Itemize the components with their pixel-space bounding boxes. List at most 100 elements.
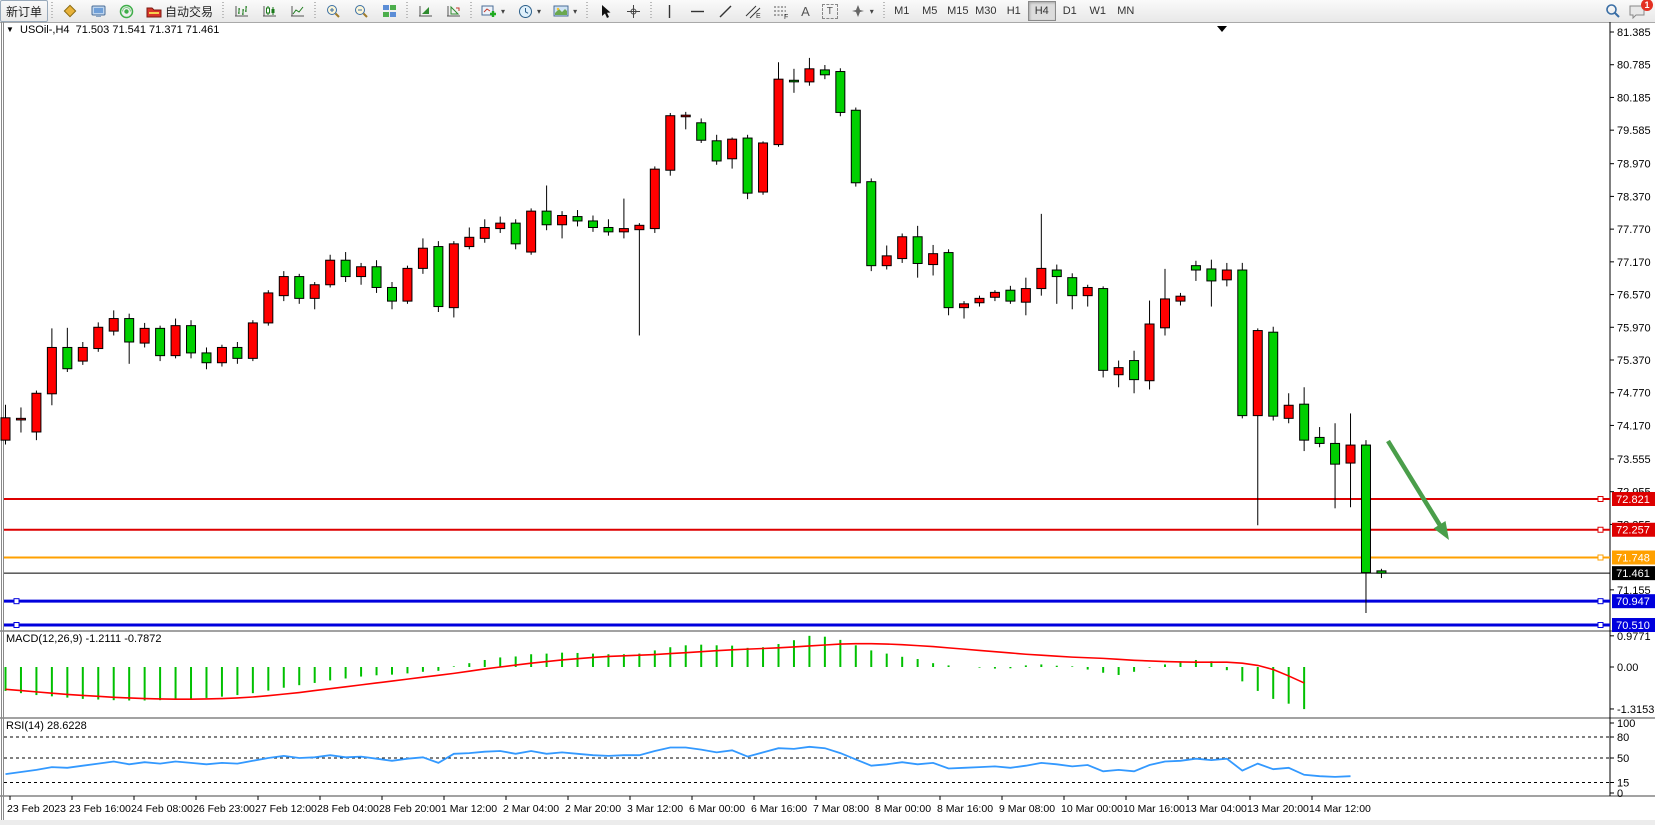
candle-body xyxy=(898,237,907,259)
candle-body xyxy=(743,138,752,193)
candle-body xyxy=(1222,270,1231,280)
gold-diamond-icon xyxy=(62,3,78,19)
candle-body xyxy=(604,227,613,231)
search-icon[interactable] xyxy=(1605,3,1621,19)
svg-text:13 Mar 20:00: 13 Mar 20:00 xyxy=(1247,803,1309,815)
candle-body xyxy=(511,223,520,244)
vertical-line-tool-button[interactable] xyxy=(655,0,683,22)
candle-body xyxy=(310,285,319,299)
candle-body xyxy=(774,79,783,144)
chart-window[interactable]: 81.38580.78580.18579.58578.97078.37077.7… xyxy=(0,22,1655,825)
template-image-icon xyxy=(553,3,569,19)
timeframe-m5-button[interactable]: M5 xyxy=(916,1,944,21)
cursor-tool-button[interactable] xyxy=(591,0,619,22)
candle-body xyxy=(1037,268,1046,288)
symbol-ohlc-label: USOil-,H4 71.503 71.541 71.371 71.461 xyxy=(20,24,219,36)
trend-arrow-object[interactable] xyxy=(1388,441,1449,540)
shapes-tool-button[interactable]: ▾ xyxy=(844,0,880,22)
trendline-tool-button[interactable] xyxy=(711,0,739,22)
candle-body xyxy=(960,304,969,308)
timeframe-mn-button[interactable]: MN xyxy=(1112,1,1140,21)
fibonacci-tool-button[interactable]: F xyxy=(767,0,795,22)
timeframe-m30-button[interactable]: M30 xyxy=(972,1,1000,21)
candle-body xyxy=(480,227,489,238)
line-handle[interactable] xyxy=(1598,527,1603,532)
text-tool-button[interactable]: A xyxy=(795,0,816,22)
line-handle[interactable] xyxy=(14,623,19,628)
main-toolbar: 新订单 自动交易 xyxy=(0,0,1655,23)
candle-body xyxy=(1269,332,1278,416)
new-order-button[interactable]: 新订单 xyxy=(0,0,48,22)
chevron-down-icon: ▾ xyxy=(870,7,874,16)
candle-body xyxy=(1161,299,1170,328)
candle-body xyxy=(929,254,938,265)
templates-button[interactable]: ▾ xyxy=(547,0,583,22)
tile-windows-button[interactable] xyxy=(375,0,403,22)
timeframe-h1-button[interactable]: H1 xyxy=(1000,1,1028,21)
candle-body xyxy=(388,287,397,301)
candle-body xyxy=(1191,266,1200,270)
candle-body xyxy=(975,298,984,302)
candle-chart-type-button[interactable] xyxy=(255,0,283,22)
svg-text:7 Mar 08:00: 7 Mar 08:00 xyxy=(813,803,869,815)
candle-chart-icon xyxy=(261,3,277,19)
zoom-in-button[interactable] xyxy=(319,0,347,22)
horizontal-line-tool-button[interactable] xyxy=(683,0,711,22)
svg-text:2 Mar 04:00: 2 Mar 04:00 xyxy=(503,803,559,815)
rsi-line xyxy=(6,747,1351,777)
autotrading-button[interactable]: 自动交易 xyxy=(140,0,219,22)
chat-icon[interactable]: 1 xyxy=(1627,3,1647,19)
timeframe-m1-button[interactable]: M1 xyxy=(888,1,916,21)
time-axis[interactable]: 23 Feb 202323 Feb 16:0024 Feb 08:0026 Fe… xyxy=(7,796,1371,815)
candle-body xyxy=(650,169,659,228)
text-label-tool-button[interactable]: T xyxy=(816,0,844,22)
svg-text:70.947: 70.947 xyxy=(1616,596,1650,608)
chart-shift-marker[interactable] xyxy=(1217,26,1227,32)
timeframe-m15-button[interactable]: M15 xyxy=(944,1,972,21)
timeframe-d1-button[interactable]: D1 xyxy=(1056,1,1084,21)
line-handle[interactable] xyxy=(1598,496,1603,501)
symbol-dropdown-icon[interactable]: ▼ xyxy=(6,25,14,34)
candle-body xyxy=(465,237,474,246)
zoom-out-button[interactable] xyxy=(347,0,375,22)
candle-body xyxy=(913,237,922,264)
line-handle[interactable] xyxy=(1598,599,1603,604)
line-handle[interactable] xyxy=(14,599,19,604)
crosshair-tool-button[interactable] xyxy=(619,0,647,22)
svg-text:28 Feb 20:00: 28 Feb 20:00 xyxy=(379,803,441,815)
timeframe-w1-button[interactable]: W1 xyxy=(1084,1,1112,21)
candle-body xyxy=(248,323,257,358)
candle-body xyxy=(78,347,87,361)
svg-text:100: 100 xyxy=(1617,718,1635,730)
line-handle[interactable] xyxy=(1598,555,1603,560)
line-chart-type-button[interactable] xyxy=(283,0,311,22)
chart-profile-button[interactable] xyxy=(56,0,84,22)
periods-button[interactable]: ▾ xyxy=(511,0,547,22)
channel-tool-button[interactable]: E xyxy=(739,0,767,22)
line-chart-icon xyxy=(289,3,305,19)
line-handle[interactable] xyxy=(1598,623,1603,628)
macd-indicator xyxy=(6,636,1305,709)
terminal-button[interactable] xyxy=(84,0,112,22)
candle-body xyxy=(326,260,335,285)
price-axis[interactable]: 81.38580.78580.18579.58578.97078.37077.7… xyxy=(1610,27,1654,800)
svg-text:75.370: 75.370 xyxy=(1617,355,1651,367)
bar-chart-type-button[interactable] xyxy=(227,0,255,22)
add-indicator-button[interactable]: ▾ xyxy=(475,0,511,22)
svg-text:71.748: 71.748 xyxy=(1616,553,1650,565)
tile-windows-icon xyxy=(381,3,397,19)
candle-body xyxy=(527,211,536,252)
axis-price-labels: 72.82172.25771.74870.94770.51071.461 xyxy=(1612,492,1655,632)
timeframe-h4-button[interactable]: H4 xyxy=(1028,1,1056,21)
candle-body xyxy=(805,69,814,82)
svg-text:23 Feb 16:00: 23 Feb 16:00 xyxy=(69,803,131,815)
signal-icon xyxy=(118,3,134,19)
indicator-window-b-button[interactable] xyxy=(439,0,467,22)
svg-text:26 Feb 23:00: 26 Feb 23:00 xyxy=(193,803,255,815)
candle-body xyxy=(63,347,72,368)
signals-button[interactable] xyxy=(112,0,140,22)
toolbar-separator xyxy=(586,2,588,20)
svg-text:-1.3153: -1.3153 xyxy=(1617,704,1654,716)
chart-canvas[interactable]: 81.38580.78580.18579.58578.97078.37077.7… xyxy=(0,22,1655,825)
indicator-window-a-button[interactable] xyxy=(411,0,439,22)
